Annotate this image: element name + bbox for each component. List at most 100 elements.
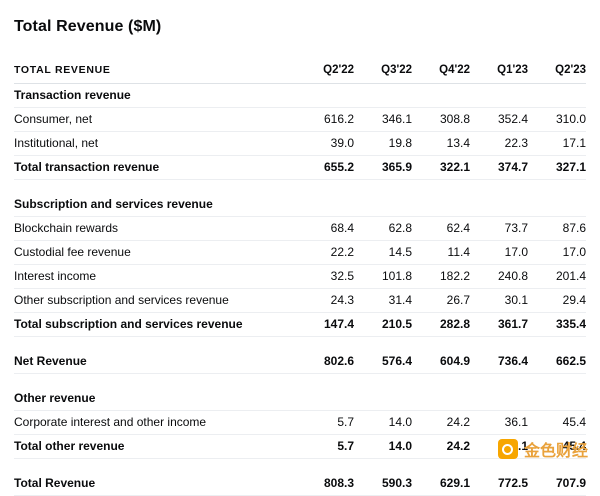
cell-value: 45.4 xyxy=(528,415,586,429)
cell-value: 802.6 xyxy=(296,354,354,368)
cell-value: 17.0 xyxy=(470,245,528,259)
table-row: Institutional, net39.019.813.422.317.1 xyxy=(14,132,586,156)
cell-value: 22.2 xyxy=(296,245,354,259)
cell-value: 282.8 xyxy=(412,317,470,331)
cell-value: 240.8 xyxy=(470,269,528,283)
page-title: Total Revenue ($M) xyxy=(14,18,586,36)
section-heading-row: Subscription and services revenue xyxy=(14,193,586,217)
table-row: Custodial fee revenue22.214.511.417.017.… xyxy=(14,241,586,265)
cell-value: 24.2 xyxy=(412,415,470,429)
cell-value: 87.6 xyxy=(528,221,586,235)
table-row: Consumer, net616.2346.1308.8352.4310.0 xyxy=(14,108,586,132)
cell-value: 36.1 xyxy=(470,415,528,429)
cell-value: 39.0 xyxy=(296,136,354,150)
cell-value: 361.7 xyxy=(470,317,528,331)
column-header: Q4'22 xyxy=(412,64,470,76)
row-label: Custodial fee revenue xyxy=(14,245,296,259)
column-header: Q1'23 xyxy=(470,64,528,76)
table-row: Total transaction revenue655.2365.9322.1… xyxy=(14,156,586,180)
cell-value: 19.8 xyxy=(354,136,412,150)
table-section: Transaction revenue Consumer, net616.2346… xyxy=(14,84,586,180)
cell-value: 24.3 xyxy=(296,293,354,307)
cell-value: 62.8 xyxy=(354,221,412,235)
cell-value: 772.5 xyxy=(470,476,528,490)
table-section: Total Revenue808.3590.3629.1772.5707.9 xyxy=(14,472,586,496)
column-header: Q2'23 xyxy=(528,64,586,76)
row-label: Total subscription and services revenue xyxy=(14,317,296,331)
table-header-row: TOTAL REVENUEQ2'22Q3'22Q4'22Q1'23Q2'23 xyxy=(14,60,586,84)
cell-value: 14.0 xyxy=(354,415,412,429)
cell-value: 616.2 xyxy=(296,112,354,126)
section-heading-row: Transaction revenue xyxy=(14,84,586,108)
cell-value: 590.3 xyxy=(354,476,412,490)
table-row: Blockchain rewards68.462.862.473.787.6 xyxy=(14,217,586,241)
report-page: Total Revenue ($M) TOTAL REVENUEQ2'22Q3'… xyxy=(0,0,600,496)
cell-value: 310.0 xyxy=(528,112,586,126)
cell-value: 5.7 xyxy=(296,439,354,453)
row-label: Blockchain rewards xyxy=(14,221,296,235)
cell-value: 662.5 xyxy=(528,354,586,368)
table-row: Interest income32.5101.8182.2240.8201.4 xyxy=(14,265,586,289)
cell-value: 101.8 xyxy=(354,269,412,283)
table-row: Other subscription and services revenue2… xyxy=(14,289,586,313)
row-label: Other subscription and services revenue xyxy=(14,293,296,307)
cell-value: 32.5 xyxy=(296,269,354,283)
table-section: Net Revenue802.6576.4604.9736.4662.5 xyxy=(14,350,586,374)
column-header: Q2'22 xyxy=(296,64,354,76)
cell-value: 73.7 xyxy=(470,221,528,235)
cell-value: 17.0 xyxy=(528,245,586,259)
table-row: Total Revenue808.3590.3629.1772.5707.9 xyxy=(14,472,586,496)
row-label: Interest income xyxy=(14,269,296,283)
table-row: Net Revenue802.6576.4604.9736.4662.5 xyxy=(14,350,586,374)
cell-value: 147.4 xyxy=(296,317,354,331)
section-heading: Subscription and services revenue xyxy=(14,197,586,211)
cell-value: 26.7 xyxy=(412,293,470,307)
cell-value: 182.2 xyxy=(412,269,470,283)
section-heading: Other revenue xyxy=(14,391,586,405)
cell-value: 707.9 xyxy=(528,476,586,490)
golden-finance-coin-icon xyxy=(498,439,518,459)
cell-value: 629.1 xyxy=(412,476,470,490)
cell-value: 11.4 xyxy=(412,245,470,259)
cell-value: 346.1 xyxy=(354,112,412,126)
cell-value: 31.4 xyxy=(354,293,412,307)
cell-value: 14.5 xyxy=(354,245,412,259)
row-label: Total transaction revenue xyxy=(14,160,296,174)
cell-value: 576.4 xyxy=(354,354,412,368)
cell-value: 68.4 xyxy=(296,221,354,235)
cell-value: 655.2 xyxy=(296,160,354,174)
cell-value: 736.4 xyxy=(470,354,528,368)
revenue-table: TOTAL REVENUEQ2'22Q3'22Q4'22Q1'23Q2'23Tr… xyxy=(14,60,586,496)
cell-value: 322.1 xyxy=(412,160,470,174)
table-row: Total subscription and services revenue1… xyxy=(14,313,586,337)
row-label: Institutional, net xyxy=(14,136,296,150)
cell-value: 29.4 xyxy=(528,293,586,307)
cell-value: 201.4 xyxy=(528,269,586,283)
cell-value: 30.1 xyxy=(470,293,528,307)
cell-value: 335.4 xyxy=(528,317,586,331)
cell-value: 62.4 xyxy=(412,221,470,235)
section-heading-row: Other revenue xyxy=(14,387,586,411)
watermark: 金色财经 xyxy=(498,437,588,461)
cell-value: 808.3 xyxy=(296,476,354,490)
row-label: Consumer, net xyxy=(14,112,296,126)
cell-value: 22.3 xyxy=(470,136,528,150)
header-label: TOTAL REVENUE xyxy=(14,64,296,76)
cell-value: 604.9 xyxy=(412,354,470,368)
table-row: Corporate interest and other income5.714… xyxy=(14,411,586,435)
cell-value: 210.5 xyxy=(354,317,412,331)
table-section: Subscription and services revenue Blockch… xyxy=(14,193,586,337)
section-heading: Transaction revenue xyxy=(14,88,586,102)
cell-value: 5.7 xyxy=(296,415,354,429)
row-label: Total Revenue xyxy=(14,476,296,490)
column-header: Q3'22 xyxy=(354,64,412,76)
row-label: Total other revenue xyxy=(14,439,296,453)
cell-value: 24.2 xyxy=(412,439,470,453)
cell-value: 17.1 xyxy=(528,136,586,150)
cell-value: 327.1 xyxy=(528,160,586,174)
cell-value: 352.4 xyxy=(470,112,528,126)
cell-value: 374.7 xyxy=(470,160,528,174)
cell-value: 14.0 xyxy=(354,439,412,453)
watermark-text: 金色财经 xyxy=(524,437,588,461)
row-label: Corporate interest and other income xyxy=(14,415,296,429)
